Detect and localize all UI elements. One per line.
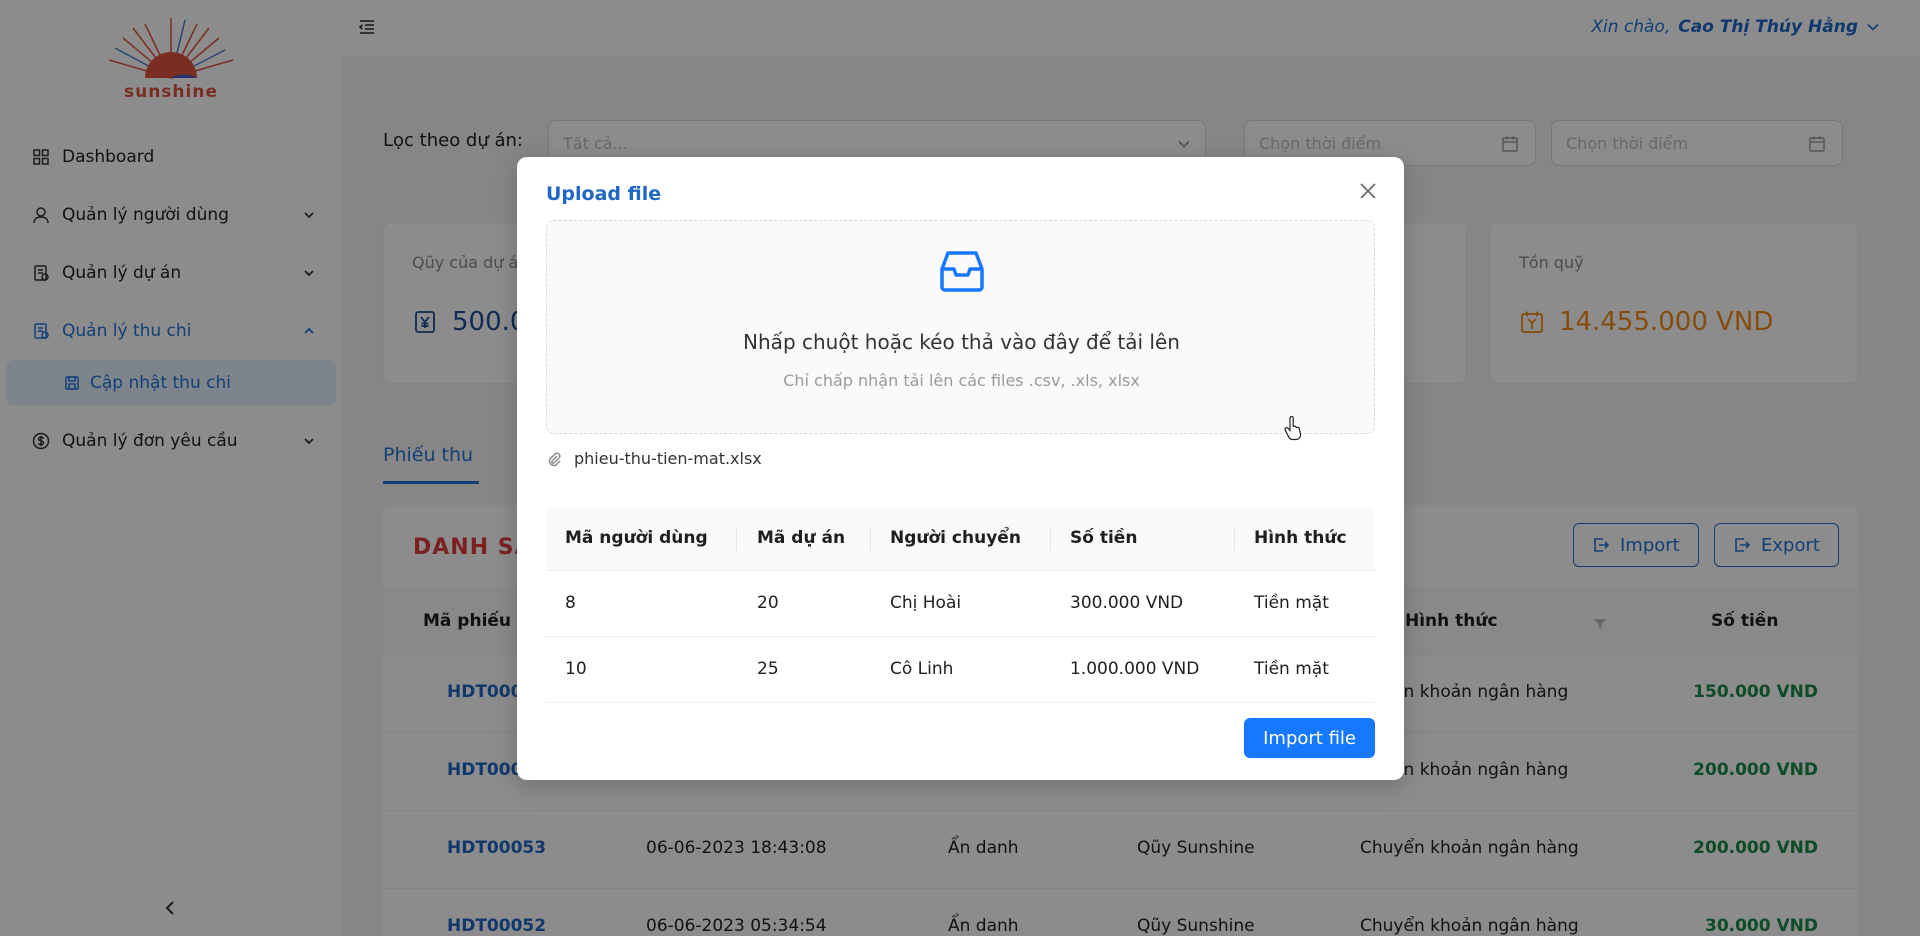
import-file-button[interactable]: Import file [1244, 718, 1375, 758]
modal-title: Upload file [546, 183, 662, 205]
dropzone-text: Nhấp chuột hoặc kéo thả vào đây để tải l… [743, 330, 1180, 354]
col-project-id: Mã dự án [757, 528, 846, 548]
hand-cursor-icon [1284, 416, 1302, 441]
col-method: Hình thức [1254, 528, 1347, 548]
preview-table: Mã người dùng Mã dự án Người chuyển Số t… [546, 507, 1375, 703]
cell-amount: 1.000.000 VND [1070, 659, 1200, 679]
column-divider [1234, 527, 1235, 551]
table-row: 8 20 Chị Hoài 300.000 VND Tiền mặt [546, 571, 1375, 637]
upload-modal: Upload file Nhấp chuột hoặc kéo thả vào … [517, 157, 1404, 780]
col-sender: Người chuyển [890, 528, 1021, 548]
cell-project-id: 20 [757, 593, 779, 613]
close-icon[interactable] [1358, 181, 1378, 201]
cell-user-id: 8 [565, 593, 576, 613]
column-divider [870, 527, 871, 551]
inbox-icon [940, 251, 984, 292]
col-user-id: Mã người dùng [565, 528, 708, 548]
dropzone-hint: Chỉ chấp nhận tải lên các files .csv, .x… [783, 371, 1140, 390]
column-divider [736, 527, 737, 551]
file-name: phieu-thu-tien-mat.xlsx [574, 449, 762, 468]
cell-amount: 300.000 VND [1070, 593, 1184, 613]
cell-method: Tiền mặt [1254, 659, 1329, 679]
col-amount: Số tiền [1070, 528, 1138, 548]
preview-table-header: Mã người dùng Mã dự án Người chuyển Số t… [546, 507, 1375, 571]
cell-method: Tiền mặt [1254, 593, 1329, 613]
column-divider [1050, 527, 1051, 551]
uploaded-file[interactable]: phieu-thu-tien-mat.xlsx [546, 449, 762, 468]
cell-project-id: 25 [757, 659, 779, 679]
cell-sender: Cô Linh [890, 659, 954, 679]
cell-sender: Chị Hoài [890, 593, 962, 613]
table-row: 10 25 Cô Linh 1.000.000 VND Tiền mặt [546, 637, 1375, 703]
paperclip-icon [548, 452, 561, 466]
upload-dropzone[interactable]: Nhấp chuột hoặc kéo thả vào đây để tải l… [546, 220, 1375, 434]
cell-user-id: 10 [565, 659, 587, 679]
